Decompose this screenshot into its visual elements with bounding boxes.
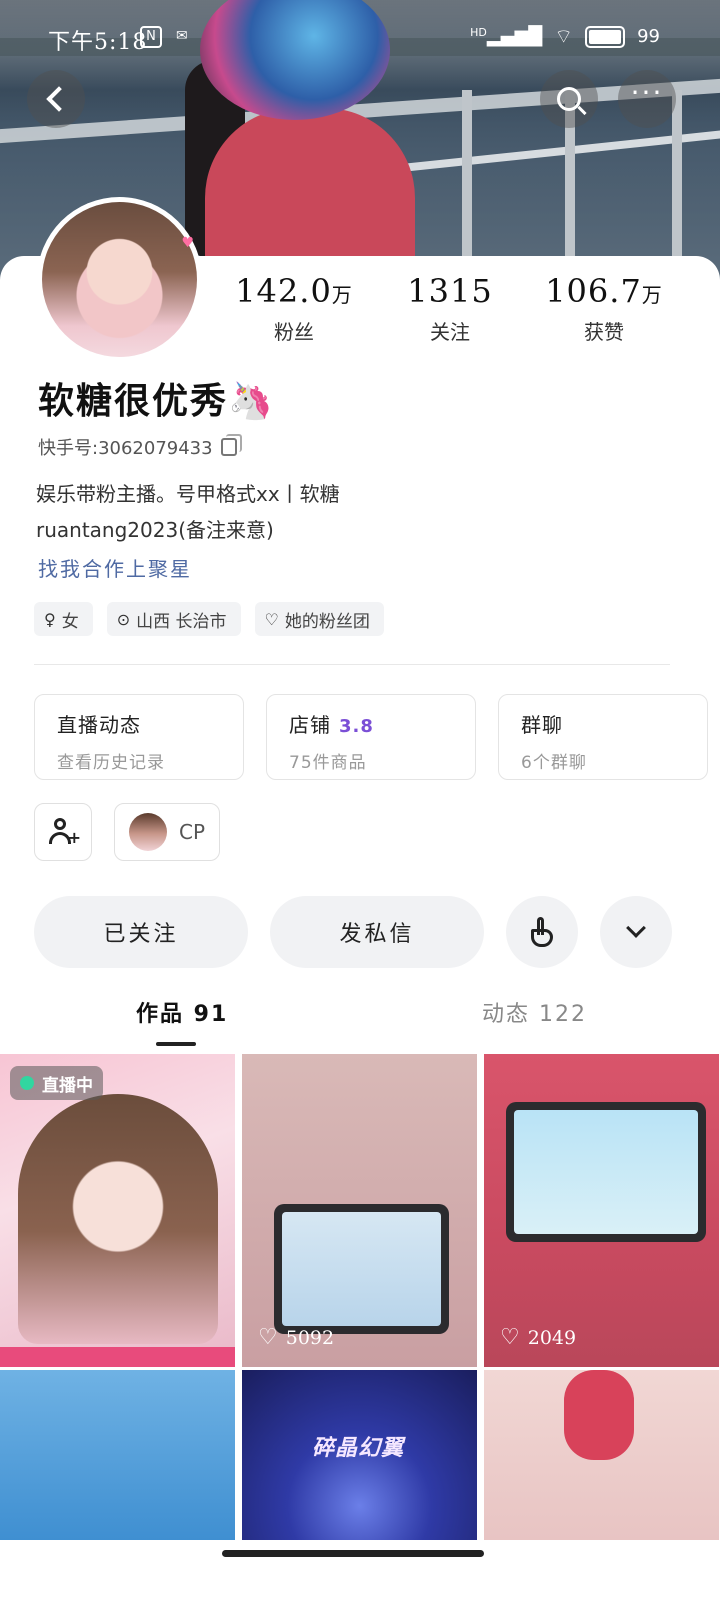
shop-rating: 3.8 — [339, 716, 374, 737]
card-group-chat[interactable]: 群聊 6个群聊 — [498, 694, 708, 780]
tag-gender: ♀ 女 — [34, 602, 93, 636]
content-tabs: 作品 91 动态 122 — [0, 996, 720, 1056]
profile-name: 软糖很优秀🦄 — [38, 380, 275, 422]
card-group-title: 群聊 — [521, 713, 563, 737]
like-count-value: 2049 — [527, 1327, 577, 1349]
battery-icon — [585, 25, 626, 48]
location-pin-icon: ⊙ — [116, 609, 131, 629]
heart-outline-icon: ♡ — [258, 1325, 278, 1350]
poke-button[interactable] — [506, 896, 578, 968]
cp-avatar — [129, 813, 167, 851]
card-live-history[interactable]: 直播动态 查看历史记录 — [34, 694, 244, 780]
tag-fan-group[interactable]: ♡ 她的粉丝团 — [254, 602, 384, 636]
profile-tags: ♀ 女 ⊙ 山西 长治市 ♡ 她的粉丝团 — [34, 602, 384, 636]
cp-label: CP — [179, 820, 206, 844]
grid-item[interactable]: 碎晶幻翼 — [242, 1370, 477, 1540]
message-button[interactable]: 发私信 — [270, 896, 484, 968]
grid-item[interactable] — [0, 1370, 235, 1540]
user-id: 快手号:3062079433 — [38, 438, 213, 459]
expand-button[interactable] — [600, 896, 672, 968]
tab-indicator — [156, 1042, 196, 1046]
stat-fans[interactable]: 142.0万 粉丝 — [224, 272, 364, 345]
stat-likes[interactable]: 106.7万 获赞 — [534, 272, 674, 345]
tag-gender-label: 女 — [61, 611, 79, 632]
grid-item[interactable] — [484, 1370, 719, 1540]
divider — [34, 664, 670, 665]
status-bar: 下午5:18 N ✉ HD▂▄▆█ ⌔ 99 — [0, 0, 720, 70]
bio: 娱乐带粉主播。号甲格式xx丨软糖 ruantang2023(备注来意) — [36, 476, 676, 548]
back-button[interactable] — [27, 70, 85, 128]
gender-female-icon: ♀ — [44, 609, 56, 629]
tab-moments[interactable]: 动态 122 — [482, 996, 587, 1028]
stat-following[interactable]: 1315 关注 — [380, 272, 520, 345]
cp-button[interactable]: CP — [114, 803, 220, 861]
card-live-sub: 查看历史记录 — [57, 753, 165, 773]
fan-group-heart-icon: ♡ — [264, 609, 279, 629]
bio-line-1: 娱乐带粉主播。号甲格式xx丨软糖 — [36, 482, 340, 506]
followed-button[interactable]: 已关注 — [34, 896, 248, 968]
card-live-title: 直播动态 — [57, 713, 141, 737]
add-user-icon: + — [49, 818, 81, 846]
fans-unit: 万 — [331, 283, 353, 307]
user-id-row: 快手号:3062079433 — [38, 434, 242, 460]
thumbnail-image — [18, 1094, 218, 1344]
like-count: ♡ 2049 — [500, 1325, 577, 1350]
profile-stats: 142.0万 粉丝 1315 关注 106.7万 获赞 — [0, 272, 720, 352]
thumbnail-image — [564, 1370, 634, 1460]
like-count: ♡ 5092 — [258, 1325, 335, 1350]
home-indicator[interactable] — [222, 1550, 484, 1557]
hand-tap-icon — [529, 917, 555, 947]
chevron-down-icon — [626, 918, 646, 938]
thumbnail-image — [274, 1204, 449, 1334]
add-friend-button[interactable]: + — [34, 803, 92, 861]
more-dots-icon: ··· — [630, 76, 664, 109]
live-badge: 直播中 — [10, 1066, 103, 1100]
likes-count: 106.7 — [545, 272, 642, 310]
card-shop-sub: 75件商品 — [289, 753, 367, 773]
cooperation-link[interactable]: 找我合作上聚星 — [38, 553, 192, 582]
likes-unit: 万 — [641, 283, 663, 307]
notification-icon: ✉ — [176, 28, 188, 44]
copy-icon[interactable] — [220, 434, 242, 456]
following-count: 1315 — [407, 272, 493, 310]
social-row: + CP — [34, 803, 220, 861]
search-icon — [557, 87, 581, 111]
video-grid: 直播中 ♡ 5092 ♡ 2049 碎晶幻翼 — [0, 1054, 720, 1540]
thumbnail-image — [506, 1102, 706, 1242]
grid-item[interactable]: ♡ 5092 — [242, 1054, 477, 1367]
back-arrow-icon — [46, 86, 72, 112]
action-buttons: 已关注 发私信 — [34, 896, 672, 968]
heart-outline-icon: ♡ — [500, 1325, 520, 1350]
fans-label: 粉丝 — [274, 320, 314, 344]
network-type: HD — [470, 26, 487, 39]
likes-label: 获赞 — [584, 320, 624, 344]
tab-works[interactable]: 作品 91 — [136, 996, 228, 1028]
like-count-value: 5092 — [285, 1327, 335, 1349]
tag-fan-group-label: 她的粉丝团 — [284, 611, 370, 632]
tag-location-label: 山西 长治市 — [136, 611, 227, 632]
following-label: 关注 — [430, 320, 470, 344]
thumbnail-title: 碎晶幻翼 — [312, 1436, 405, 1461]
fans-count: 142.0 — [235, 272, 332, 310]
tag-location[interactable]: ⊙ 山西 长治市 — [106, 602, 241, 636]
status-time: 下午5:18 — [48, 30, 148, 55]
card-shop-title: 店铺 — [289, 713, 331, 737]
thumbnail-banner — [0, 1347, 235, 1367]
live-dot-icon — [20, 1076, 34, 1090]
card-shop[interactable]: 店铺 3.8 75件商品 — [266, 694, 476, 780]
more-button[interactable]: ··· — [618, 70, 676, 128]
battery-percent: 99 — [637, 26, 660, 47]
grid-item[interactable]: 直播中 — [0, 1054, 235, 1367]
heart-icon: ♥ — [181, 235, 194, 251]
search-button[interactable] — [540, 70, 598, 128]
grid-item[interactable]: ♡ 2049 — [484, 1054, 719, 1367]
status-right: HD▂▄▆█ ⌔ 99 — [470, 24, 660, 49]
bio-line-2: ruantang2023(备注来意) — [36, 518, 274, 542]
wifi-icon: ⌔ — [554, 24, 574, 48]
feature-cards: 直播动态 查看历史记录 店铺 3.8 75件商品 群聊 6个群聊 — [34, 694, 708, 780]
signal-icon: HD▂▄▆█ — [470, 26, 543, 47]
card-group-sub: 6个群聊 — [521, 753, 587, 773]
live-badge-label: 直播中 — [42, 1075, 93, 1096]
nfc-icon: N — [140, 26, 162, 48]
